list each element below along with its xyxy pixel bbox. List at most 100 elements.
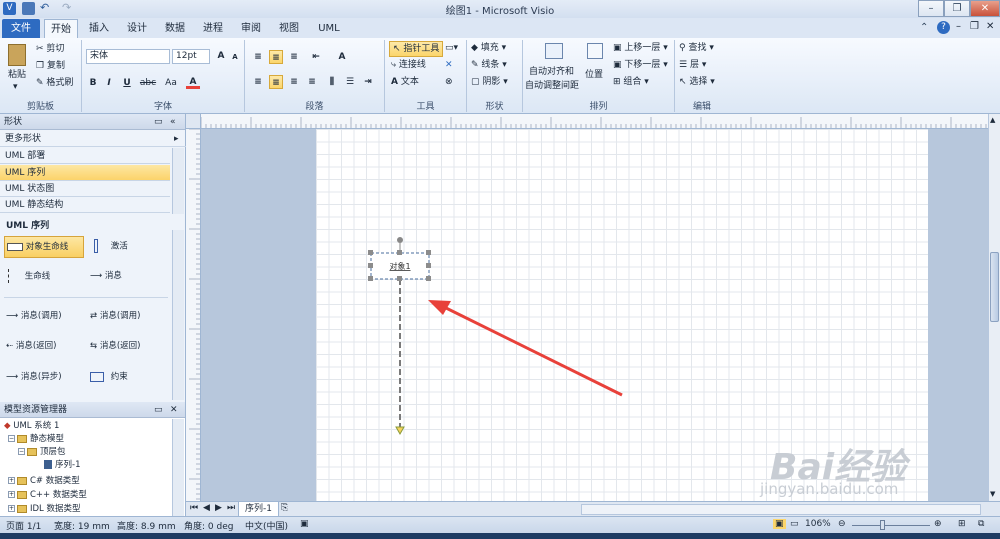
selection-handle[interactable] bbox=[397, 276, 402, 281]
tab-design[interactable]: 设计 bbox=[122, 19, 152, 38]
select-button[interactable]: ↖ 选择 ▾ bbox=[679, 75, 715, 89]
line-button[interactable]: ✎ 线条 ▾ bbox=[471, 58, 507, 72]
shape-message-call-2[interactable]: ⇄ 消息(调用) bbox=[90, 309, 140, 323]
more-shapes-item[interactable]: 更多形状 ▸ bbox=[0, 131, 186, 147]
status-page[interactable]: 页面 1/1 bbox=[6, 519, 41, 532]
vertical-scrollbar[interactable]: ▲ ▼ bbox=[988, 114, 1000, 501]
close-x-icon[interactable]: ✕ bbox=[445, 58, 453, 72]
stencil-uml-static-structure[interactable]: UML 静态结构 bbox=[0, 197, 170, 213]
maximize-button[interactable]: ❐ bbox=[944, 0, 970, 17]
close-button[interactable]: ✕ bbox=[970, 0, 1000, 17]
window-minimize-icon[interactable]: – bbox=[956, 21, 961, 32]
text-direction-icon[interactable]: ⫼ bbox=[325, 75, 339, 89]
tree-node-top-package[interactable]: − 顶层包 bbox=[18, 446, 66, 459]
align-left-icon[interactable]: ≡ bbox=[251, 75, 265, 89]
underline-button[interactable]: U bbox=[120, 76, 134, 90]
align-middle-icon[interactable]: ≡ bbox=[269, 50, 283, 64]
selection-handle[interactable] bbox=[368, 250, 373, 255]
stencil-list-scrollbar[interactable] bbox=[172, 148, 184, 214]
minimize-ribbon-icon[interactable]: ⌃ bbox=[920, 22, 928, 33]
expand-icon[interactable]: + bbox=[8, 491, 15, 498]
shrink-font-icon[interactable]: A bbox=[228, 50, 242, 64]
justify-icon[interactable]: ≡ bbox=[305, 75, 319, 89]
zoom-in-icon[interactable]: ⊕ bbox=[934, 519, 942, 529]
align-center-icon[interactable]: ≡ bbox=[269, 75, 283, 89]
window-close-icon[interactable]: ✕ bbox=[986, 21, 994, 32]
expand-icon[interactable]: + bbox=[8, 505, 15, 512]
change-case-button[interactable]: Aa bbox=[162, 76, 180, 90]
stencil-uml-deployment[interactable]: UML 部署 bbox=[0, 148, 170, 164]
group-button[interactable]: ⊞ 组合 ▾ bbox=[613, 75, 649, 89]
decrease-indent-icon[interactable]: ⇤ bbox=[309, 50, 323, 64]
connector-tool-button[interactable]: ⤷ 连接线 bbox=[391, 58, 426, 72]
next-page-icon[interactable]: ▶ bbox=[215, 503, 222, 513]
text-tool-button[interactable]: A 文本 bbox=[391, 75, 419, 89]
align-right-icon[interactable]: ≡ bbox=[287, 75, 301, 89]
bring-forward-button[interactable]: ▣ 上移一层 ▾ bbox=[613, 41, 668, 55]
shape-object-lifeline[interactable]: 对象生命线 bbox=[4, 236, 84, 258]
selection-handle[interactable] bbox=[368, 276, 373, 281]
grow-font-icon[interactable]: A bbox=[214, 49, 228, 63]
rectangle-tool-icon[interactable]: ▭▾ bbox=[445, 41, 458, 55]
macro-record-icon[interactable]: ▣ bbox=[300, 519, 309, 529]
panel-minimize-icon[interactable]: ▭ bbox=[154, 402, 163, 418]
explorer-scrollbar[interactable] bbox=[172, 419, 184, 516]
last-page-icon[interactable]: ⏭ bbox=[227, 503, 235, 513]
cut-button[interactable]: ✂ 剪切 bbox=[36, 42, 64, 56]
normal-view-icon[interactable]: ▣ bbox=[773, 519, 786, 529]
zoom-slider[interactable] bbox=[852, 525, 930, 526]
tab-process[interactable]: 进程 bbox=[198, 19, 228, 38]
pointer-tool-button[interactable]: ↖ 指针工具 bbox=[389, 41, 444, 57]
collapse-icon[interactable]: − bbox=[18, 448, 25, 455]
panel-collapse-icon[interactable]: « bbox=[170, 114, 176, 130]
panel-close-icon[interactable]: ✕ bbox=[170, 402, 178, 418]
format-painter-button[interactable]: ✎ 格式刷 bbox=[36, 76, 73, 90]
align-bottom-icon[interactable]: ≡ bbox=[287, 50, 301, 64]
scroll-up-icon[interactable]: ▲ bbox=[990, 116, 995, 124]
tab-insert[interactable]: 插入 bbox=[84, 19, 114, 38]
paste-dropdown-icon[interactable]: ▾ bbox=[13, 80, 18, 94]
collapse-icon[interactable]: − bbox=[8, 435, 15, 442]
shape-message[interactable]: ⟶ 消息 bbox=[90, 269, 122, 283]
font-color-button[interactable]: A bbox=[186, 75, 200, 89]
tree-node-uml-system[interactable]: ◆ UML 系统 1 bbox=[4, 420, 59, 433]
shape-lifeline[interactable]: 生命线 bbox=[8, 269, 50, 284]
shape-activation[interactable]: 激活 bbox=[94, 239, 128, 254]
font-family-select[interactable]: 宋体 bbox=[86, 49, 170, 64]
shadow-button[interactable]: ▢ 阴影 ▾ bbox=[471, 75, 508, 89]
send-backward-button[interactable]: ▣ 下移一层 ▾ bbox=[613, 58, 668, 72]
horizontal-scrollbar[interactable] bbox=[581, 504, 981, 515]
lifeline-end-handle[interactable] bbox=[395, 426, 405, 436]
tree-node-cpp-types[interactable]: + C++ 数据类型 bbox=[8, 489, 87, 502]
bullets-icon[interactable]: ☰ bbox=[343, 75, 357, 89]
sheet-tab-sequence-1[interactable]: 序列-1 bbox=[238, 502, 279, 517]
scroll-down-icon[interactable]: ▼ bbox=[990, 490, 995, 498]
auto-space-button[interactable]: 自动调整间距 bbox=[525, 79, 579, 93]
prev-page-icon[interactable]: ◀ bbox=[203, 503, 210, 513]
indent-icon[interactable]: ⇥ bbox=[361, 75, 375, 89]
selection-handle[interactable] bbox=[368, 263, 373, 268]
stencil-uml-statechart[interactable]: UML 状态图 bbox=[0, 181, 170, 197]
selection-handle[interactable] bbox=[426, 250, 431, 255]
tab-uml[interactable]: UML bbox=[312, 19, 346, 38]
shape-constraint[interactable]: 约束 bbox=[90, 370, 128, 384]
stencil-uml-sequence[interactable]: UML 序列 bbox=[0, 165, 170, 181]
shape-message-async[interactable]: ⟶ 消息(异步) bbox=[6, 370, 62, 384]
align-top-icon[interactable]: ≡ bbox=[251, 50, 265, 64]
paste-icon[interactable] bbox=[8, 44, 26, 66]
selection-handle[interactable] bbox=[426, 263, 431, 268]
strikethrough-button[interactable]: abc bbox=[138, 76, 158, 90]
shape-message-return-2[interactable]: ⇆ 消息(返回) bbox=[90, 339, 140, 353]
bold-button[interactable]: B bbox=[86, 76, 100, 90]
auto-align-button[interactable]: 自动对齐和 bbox=[529, 65, 574, 79]
help-icon[interactable]: ? bbox=[937, 21, 950, 34]
tree-node-idl-types[interactable]: + IDL 数据类型 bbox=[8, 503, 81, 516]
tab-review[interactable]: 审阅 bbox=[236, 19, 266, 38]
vertical-scroll-thumb[interactable] bbox=[990, 252, 999, 322]
tab-home[interactable]: 开始 bbox=[44, 19, 78, 38]
text-size-icon[interactable]: A bbox=[335, 50, 349, 64]
tab-file[interactable]: 文件 bbox=[2, 19, 40, 38]
tab-view[interactable]: 视图 bbox=[274, 19, 304, 38]
italic-button[interactable]: I bbox=[102, 76, 116, 90]
shape-message-call[interactable]: ⟶ 消息(调用) bbox=[6, 309, 62, 323]
